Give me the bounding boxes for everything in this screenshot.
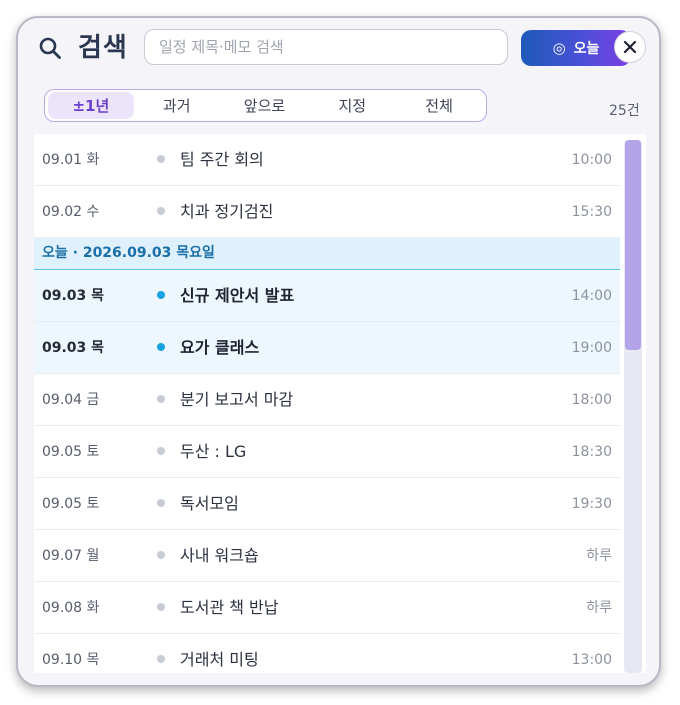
tab-all[interactable]: 전체 [395,92,483,119]
event-title: 사내 워크숍 [180,546,259,565]
today-button-label: 오늘 [573,41,600,57]
event-date: 09.05 토 [42,444,100,460]
search-header: 검색 ◎ 오늘 [18,18,659,88]
tab-upcoming[interactable]: 앞으로 [220,92,310,119]
list-item[interactable]: 09.04 금 분기 보고서 마감 18:00 [34,374,620,426]
event-time: 18:00 [571,392,612,408]
close-icon [623,40,637,54]
event-time: 하루 [586,600,612,616]
event-title: 분기 보고서 마감 [180,390,294,409]
result-list: 09.01 화 팀 주간 회의 10:00 09.02 수 치과 정기검진 15… [34,134,646,673]
list-item[interactable]: 09.05 토 독서모임 19:30 [34,478,620,530]
list-item[interactable]: 09.02 수 치과 정기검진 15:30 [34,186,620,238]
result-count: 25건 [609,103,640,119]
list-item-today[interactable]: 09.03 목 신규 제안서 발표 14:00 [34,270,620,322]
event-dot [157,207,165,215]
event-title: 치과 정기검진 [180,202,274,221]
scrollbar-track[interactable] [624,140,642,673]
event-title: 두산 : LG [180,442,247,461]
event-time: 14:00 [571,288,612,304]
list-item[interactable]: 09.07 월 사내 워크숍 하루 [34,530,620,582]
event-date: 09.03 목 [42,340,105,356]
event-time: 10:00 [571,152,612,168]
event-time: 18:30 [571,444,612,460]
search-input[interactable] [144,29,508,65]
event-dot [157,603,165,611]
event-time: 19:30 [571,496,612,512]
tab-past[interactable]: 과거 [134,92,220,119]
event-dot [157,447,165,455]
event-time: 19:00 [571,340,612,356]
event-date: 09.03 목 [42,288,105,304]
event-dot [157,551,165,559]
list-item[interactable]: 09.01 화 팀 주간 회의 10:00 [34,134,620,186]
event-dot [157,499,165,507]
event-title: 독서모임 [180,494,239,513]
event-dot [157,395,165,403]
event-date: 09.02 수 [42,204,100,220]
event-dot [157,155,165,163]
event-time: 13:00 [571,652,612,668]
event-date: 09.04 금 [42,392,100,408]
scrollbar-thumb[interactable] [625,140,641,350]
event-date: 09.01 화 [42,152,100,168]
event-dot [157,343,165,351]
target-icon: ◎ [552,38,566,57]
list-item-today[interactable]: 09.03 목 요가 클래스 19:00 [34,322,620,374]
event-title: 거래처 미팅 [180,650,259,669]
event-dot [157,291,165,299]
close-button[interactable] [614,31,646,63]
today-section-header: 오늘 · 2026.09.03 목요일 [34,238,620,270]
list-item[interactable]: 09.08 화 도서관 책 반납 하루 [34,582,620,634]
range-tabs: ±1년 과거 앞으로 지정 전체 [44,89,487,122]
event-dot [157,655,165,663]
search-icon [39,37,61,59]
list-item[interactable]: 09.10 목 거래처 미팅 13:00 [34,634,620,673]
event-title: 팀 주간 회의 [180,150,264,169]
list-item[interactable]: 09.05 토 두산 : LG 18:30 [34,426,620,478]
event-title: 신규 제안서 발표 [180,286,295,305]
event-time: 하루 [586,548,612,564]
tab-plus-minus-1-year[interactable]: ±1년 [48,92,134,119]
search-panel: 검색 ◎ 오늘 ±1년 과거 앞으로 지정 전체 25건 09.01 화 팀 주… [16,16,661,687]
event-time: 15:30 [571,204,612,220]
event-date: 09.07 월 [42,548,100,564]
event-title: 요가 클래스 [180,338,260,357]
tab-custom[interactable]: 지정 [309,92,395,119]
event-date: 09.05 토 [42,496,100,512]
page-title: 검색 [78,33,128,63]
event-title: 도서관 책 반납 [180,598,279,617]
event-date: 09.10 목 [42,652,100,668]
event-date: 09.08 화 [42,600,100,616]
